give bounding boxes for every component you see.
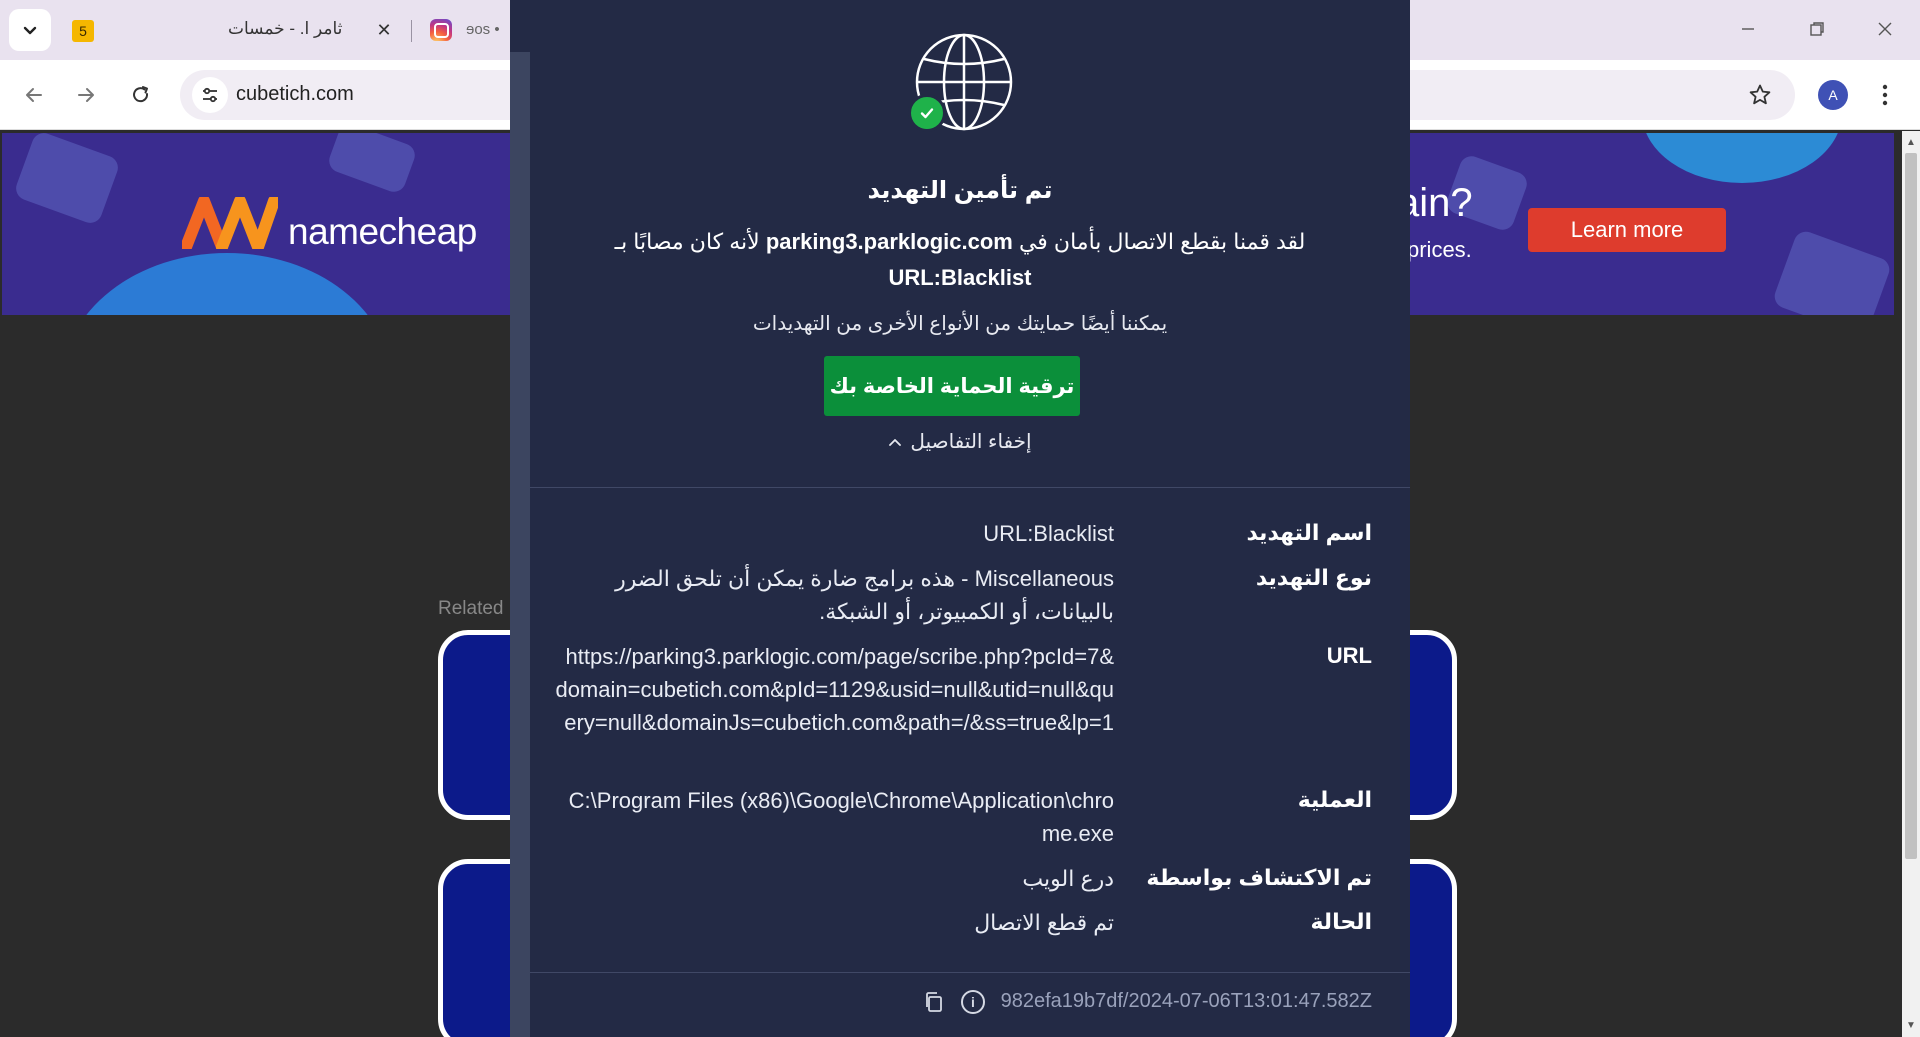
reload-button[interactable]	[121, 75, 161, 115]
detail-value-url: https://parking3.parklogic.com/page/scri…	[555, 644, 1114, 735]
hide-details-toggle[interactable]: إخفاء التفاصيل	[510, 429, 1410, 454]
chevron-up-icon	[889, 438, 902, 446]
scroll-thumb[interactable]	[1905, 153, 1917, 859]
alert-also-protect: يمكننا أيضًا حمايتك من الأنواع الأخرى من…	[752, 313, 1168, 335]
ad-decoration	[1642, 133, 1842, 183]
detail-label-url: URL	[1326, 643, 1372, 668]
tab-search-button[interactable]	[9, 9, 51, 51]
ad-subline: prices.	[1407, 237, 1472, 262]
detail-label-process: العملية	[1297, 787, 1372, 812]
bookmark-button[interactable]	[1740, 75, 1780, 115]
forward-button[interactable]	[66, 75, 106, 115]
ad-decoration	[62, 253, 392, 315]
instagram-favicon-icon[interactable]	[430, 19, 452, 41]
ad-brand-name: namecheap	[288, 211, 477, 252]
tune-icon	[203, 87, 217, 103]
tab-title[interactable]: ثامر ا. - خمسات	[228, 19, 342, 39]
arrow-left-icon	[26, 88, 42, 102]
detail-label-detected-by: تم الاكتشاف بواسطة	[1146, 865, 1372, 890]
url-text[interactable]: cubetich.com	[236, 83, 354, 106]
detail-label-threat-type: نوع التهديد	[1255, 565, 1372, 590]
ad-learn-more-button[interactable]: Learn more	[1528, 208, 1726, 252]
restore-icon[interactable]	[1800, 14, 1834, 44]
alert-title: تم تأمين التهديد	[867, 177, 1053, 204]
star-icon	[1749, 84, 1771, 105]
detail-label-threat-name: اسم التهديد	[1246, 520, 1372, 545]
detail-value-status: تم قطع الاتصال	[974, 910, 1114, 935]
detection-id: 982efa19b7df/2024-07-06T13:01:47.582Z	[1000, 990, 1372, 1012]
ad-decoration	[12, 133, 122, 227]
tab-favicon-badge: 5	[72, 20, 94, 42]
namecheap-logo-icon	[182, 197, 278, 249]
chevron-down-icon	[23, 26, 37, 35]
kebab-menu-icon	[1882, 84, 1888, 106]
detail-value-threat-type: Miscellaneous - هذه برامج ضارة يمكن أن ت…	[615, 566, 1114, 624]
details-divider	[530, 487, 1410, 488]
detail-value-threat-name: URL:Blacklist	[983, 521, 1114, 546]
tab-title-2[interactable]: ɘos •	[466, 21, 500, 38]
profile-avatar[interactable]: A	[1818, 80, 1848, 110]
detail-label-status: الحالة	[1310, 909, 1372, 934]
alert-message-host: parking3.parklogic.com	[765, 229, 1013, 254]
ad-decoration	[1771, 228, 1893, 315]
upgrade-protection-button[interactable]: ترقية الحماية الخاصة بك	[824, 356, 1080, 416]
ad-decoration	[325, 133, 419, 196]
globe-shield-graphic	[908, 32, 1014, 134]
info-icon[interactable]: i	[961, 990, 985, 1014]
alert-message-threat: URL:Blacklist	[888, 265, 1032, 290]
reload-icon	[133, 86, 149, 103]
check-icon	[908, 94, 946, 132]
browser-menu-button[interactable]	[1870, 75, 1900, 115]
panel-scroll-track	[510, 52, 530, 1037]
close-tab-icon[interactable]: ✕	[372, 18, 396, 42]
page-scrollbar[interactable]: ▲ ▼	[1902, 131, 1920, 1037]
alert-message-mid: لأنه كان مصابًا بـ	[614, 229, 760, 254]
hide-details-label[interactable]: إخفاء التفاصيل	[910, 429, 1031, 454]
footer-divider	[530, 972, 1410, 973]
threat-alert-panel: تم تأمين التهديد لقد قمنا بقطع الاتصال ب…	[510, 0, 1410, 1037]
detail-value-detected-by: درع الويب	[1022, 866, 1114, 891]
related-heading: Related	[438, 598, 504, 619]
close-window-icon[interactable]	[1868, 14, 1902, 44]
back-button[interactable]	[14, 75, 54, 115]
copy-icon[interactable]	[922, 990, 946, 1014]
scroll-up-icon[interactable]: ▲	[1906, 137, 1916, 148]
arrow-right-icon	[78, 88, 94, 102]
minimize-icon[interactable]	[1731, 14, 1765, 44]
alert-message: لقد قمنا بقطع الاتصال بأمان في parking3.…	[590, 224, 1330, 296]
tab-separator	[411, 20, 412, 42]
detail-value-process: C:\Program Files (x86)\Google\Chrome\App…	[568, 788, 1114, 846]
site-info-button[interactable]	[192, 77, 228, 113]
scroll-down-icon[interactable]: ▼	[1906, 1020, 1916, 1031]
alert-message-prefix: لقد قمنا بقطع الاتصال بأمان في	[1018, 229, 1306, 254]
